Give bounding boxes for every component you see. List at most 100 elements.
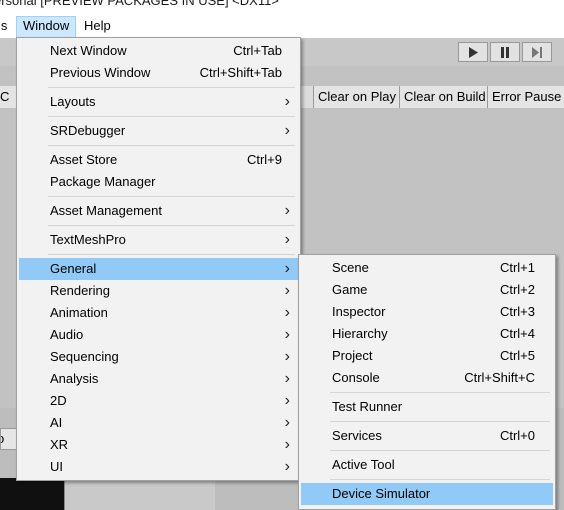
menu-item-label: Scene: [332, 260, 369, 275]
menu-item-label: Game: [332, 282, 368, 297]
chevron-right-icon: ›: [284, 93, 290, 110]
partial-tab-label: o S: [1, 431, 6, 449]
menu-item-next-window[interactable]: Next Window Ctrl+Tab: [19, 40, 298, 62]
menu-item-label: Device Simulator: [332, 486, 431, 501]
menu-item-shortcut: Ctrl+3: [499, 304, 535, 319]
menu-item-device-simulator[interactable]: Device Simulator: [301, 483, 553, 505]
menu-item-console[interactable]: Console Ctrl+Shift+C: [301, 367, 553, 389]
menu-item-shortcut: Ctrl+1: [499, 260, 535, 275]
menu-item-label: Audio: [50, 327, 84, 342]
menu-item-shortcut: Ctrl+2: [499, 282, 535, 297]
clear-on-build-button[interactable]: Clear on Build: [399, 86, 490, 108]
menu-item-game[interactable]: Game Ctrl+2: [301, 279, 553, 301]
menu-item-analysis[interactable]: Analysis ›: [19, 368, 298, 390]
error-pause-button[interactable]: Error Pause: [487, 86, 564, 108]
step-icon: [532, 46, 542, 58]
menu-item-shortcut: Ctrl+0: [499, 428, 535, 443]
menu-item-label: Console: [332, 370, 380, 385]
chevron-right-icon: ›: [284, 458, 290, 475]
window-title-bar: ersonal [PREVIEW PACKAGES IN USE] <DX11>: [0, 0, 564, 14]
menu-item-layouts[interactable]: Layouts ›: [19, 91, 298, 113]
chevron-right-icon: ›: [284, 260, 290, 277]
menu-item-label: UI: [50, 459, 63, 474]
menu-item-label: Test Runner: [332, 399, 403, 414]
menu-item-project[interactable]: Project Ctrl+5: [301, 345, 553, 367]
menu-item-shortcut: Ctrl+Tab: [233, 43, 282, 58]
menu-item-label: 2D: [50, 393, 67, 408]
menu-item-hierarchy[interactable]: Hierarchy Ctrl+4: [301, 323, 553, 345]
general-submenu: Scene Ctrl+1 Game Ctrl+2 Inspector Ctrl+3 Hier…: [298, 254, 556, 510]
chevron-right-icon: ›: [284, 202, 290, 219]
console-tab-partial[interactable]: C: [0, 86, 16, 108]
step-button[interactable]: [522, 42, 552, 62]
chevron-right-icon: ›: [284, 231, 290, 248]
menu-item-shortcut: Ctrl+5: [499, 348, 535, 363]
menu-item-shortcut: Ctrl+Shift+Tab: [199, 65, 282, 80]
menu-help[interactable]: Help: [78, 16, 117, 36]
menu-item-textmeshpro[interactable]: TextMeshPro ›: [19, 229, 298, 251]
menubar: ls Window Help: [0, 14, 564, 39]
chevron-right-icon: ›: [284, 122, 290, 139]
menu-item-general[interactable]: General ›: [19, 258, 298, 280]
chevron-right-icon: ›: [284, 436, 290, 453]
menu-item-active-tool[interactable]: Active Tool: [301, 454, 553, 476]
menu-item-package-manager[interactable]: Package Manager: [19, 171, 298, 193]
menu-item-label: SRDebugger: [50, 123, 126, 138]
menu-item-inspector[interactable]: Inspector Ctrl+3: [301, 301, 553, 323]
menu-separator: [330, 421, 550, 422]
dark-preview-panel: [0, 478, 64, 510]
menu-item-audio[interactable]: Audio ›: [19, 324, 298, 346]
menu-item-rendering[interactable]: Rendering ›: [19, 280, 298, 302]
menu-item-label: Package Manager: [50, 174, 156, 189]
menu-item-scene[interactable]: Scene Ctrl+1: [301, 257, 553, 279]
menu-item-services[interactable]: Services Ctrl+0: [301, 425, 553, 447]
chevron-right-icon: ›: [284, 392, 290, 409]
play-icon: [469, 46, 478, 58]
window-menu: Next Window Ctrl+Tab Previous Window Ctrl+S…: [16, 37, 301, 481]
menu-item-label: Sequencing: [50, 349, 119, 364]
play-button[interactable]: [458, 42, 488, 62]
menu-item-label: Layouts: [50, 94, 96, 109]
menu-separator: [48, 145, 295, 146]
menu-separator: [48, 116, 295, 117]
menu-separator: [48, 196, 295, 197]
menu-item-label: General: [50, 261, 97, 276]
menu-item-2d[interactable]: 2D ›: [19, 390, 298, 412]
menu-item-previous-window[interactable]: Previous Window Ctrl+Shift+Tab: [19, 62, 298, 84]
pause-button[interactable]: [490, 42, 520, 62]
menu-item-label: Asset Management: [50, 203, 163, 218]
menu-item-ai[interactable]: AI ›: [19, 412, 298, 434]
menu-separator: [48, 254, 295, 255]
chevron-right-icon: ›: [284, 326, 290, 343]
menu-item-label: Analysis: [50, 371, 99, 386]
menu-item-label: Next Window: [50, 43, 127, 58]
menu-item-ui[interactable]: UI ›: [19, 456, 298, 478]
menu-item-sequencing[interactable]: Sequencing ›: [19, 346, 298, 368]
menu-separator: [48, 87, 295, 88]
menu-item-test-runner[interactable]: Test Runner: [301, 396, 553, 418]
menu-window[interactable]: Window: [16, 16, 77, 38]
menu-item-asset-management[interactable]: Asset Management ›: [19, 200, 298, 222]
menu-item-label: Hierarchy: [332, 326, 388, 341]
menu-item-label: Animation: [50, 305, 108, 320]
menu-item-label: Rendering: [50, 283, 110, 298]
menu-separator: [330, 392, 550, 393]
menu-tools-partial[interactable]: ls: [0, 16, 13, 36]
menu-item-label: AI: [50, 415, 63, 430]
menu-item-label: Services: [332, 428, 382, 443]
menu-item-label: Asset Store: [50, 152, 118, 167]
menu-item-xr[interactable]: XR ›: [19, 434, 298, 456]
menu-item-srdebugger[interactable]: SRDebugger ›: [19, 120, 298, 142]
menu-item-label: XR: [50, 437, 69, 452]
grey-panel: [64, 480, 215, 510]
menu-item-label: Project: [332, 348, 373, 363]
menu-separator: [48, 225, 295, 226]
menu-separator: [330, 450, 550, 451]
chevron-right-icon: ›: [284, 282, 290, 299]
menu-item-shortcut: Ctrl+9: [246, 152, 282, 167]
menu-item-animation[interactable]: Animation ›: [19, 302, 298, 324]
chevron-right-icon: ›: [284, 370, 290, 387]
menu-item-asset-store[interactable]: Asset Store Ctrl+9: [19, 149, 298, 171]
menu-item-label: TextMeshPro: [50, 232, 126, 247]
clear-on-play-button[interactable]: Clear on Play: [313, 86, 401, 108]
